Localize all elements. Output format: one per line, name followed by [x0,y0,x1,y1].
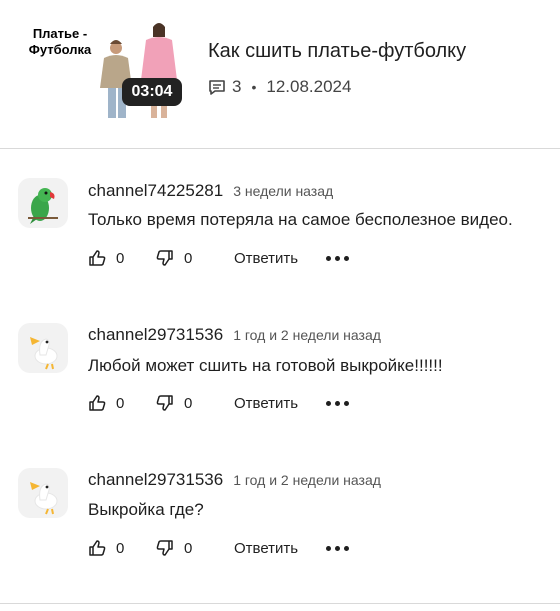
reply-button[interactable]: Ответить [234,540,298,557]
thumbs-up-icon [89,250,106,266]
comment-actions: 0 0 Ответить [88,246,350,270]
dislike-button[interactable]: 0 [156,249,234,267]
meta-separator: • [251,79,257,95]
comment-author[interactable]: channel29731536 [88,325,223,345]
like-count: 0 [116,394,125,412]
comment-icon [209,80,225,95]
goose-icon [30,482,58,515]
dislike-count: 0 [184,394,193,412]
dislike-button[interactable]: 0 [156,539,234,557]
comment-time: 1 год и 2 недели назад [233,472,381,488]
dislike-count: 0 [184,539,193,557]
comment-author[interactable]: channel74225281 [88,181,223,201]
parrot-icon [28,188,58,224]
comment-header: channel74225281 3 недели назад [88,181,333,201]
comment-actions: 0 0 Ответить [88,391,350,415]
avatar[interactable] [18,468,68,518]
avatar[interactable] [18,323,68,373]
video-card[interactable]: Платье - Футболка 03:04 Как сшить платье… [0,0,560,148]
divider [0,148,560,149]
like-button[interactable]: 0 [88,394,156,412]
thumbs-down-icon [156,540,173,556]
video-duration-badge: 03:04 [122,78,182,106]
comment-header: channel29731536 1 год и 2 недели назад [88,470,381,490]
thumbs-down-icon [156,250,173,266]
divider [0,603,560,604]
reply-button[interactable]: Ответить [234,395,298,412]
comment-time: 1 год и 2 недели назад [233,327,381,343]
more-options-icon[interactable] [326,397,350,410]
dislike-count: 0 [184,249,193,267]
comment-text: Выкройка где? [88,500,204,519]
more-options-icon[interactable] [326,542,350,555]
video-meta: 3 • 12.08.2024 [208,76,351,98]
comment-author[interactable]: channel29731536 [88,470,223,490]
thumbs-down-icon [156,395,173,411]
comment-header: channel29731536 1 год и 2 недели назад [88,325,381,345]
comment-actions: 0 0 Ответить [88,536,350,560]
dislike-button[interactable]: 0 [156,394,234,412]
thumbs-up-icon [89,540,106,556]
comment-text: Только время потеряла на самое бесполезн… [88,210,513,229]
like-button[interactable]: 0 [88,539,156,557]
comment-text: Любой может сшить на готовой выкройке!!!… [88,356,443,375]
video-date: 12.08.2024 [266,77,352,96]
video-thumbnail[interactable]: Платье - Футболка 03:04 [18,18,190,118]
reply-button[interactable]: Ответить [234,250,298,267]
comment-count: 3 [232,77,242,96]
video-title[interactable]: Как сшить платье-футболку [208,40,466,63]
avatar[interactable] [18,178,68,228]
goose-icon [30,337,58,370]
like-count: 0 [116,249,125,267]
thumbs-up-icon [89,395,106,411]
like-button[interactable]: 0 [88,249,156,267]
like-count: 0 [116,539,125,557]
more-options-icon[interactable] [326,252,350,265]
comment-time: 3 недели назад [233,183,334,199]
